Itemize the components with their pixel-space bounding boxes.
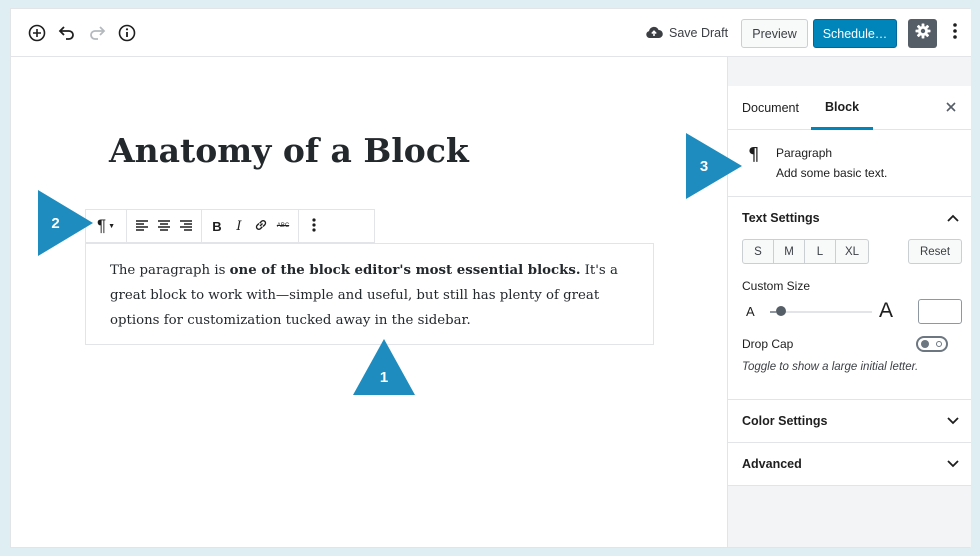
alignment-group bbox=[127, 210, 202, 242]
align-left-icon bbox=[136, 219, 148, 234]
block-toolbar: ¶ ▼ B I ABC bbox=[85, 209, 375, 243]
small-a-label: A bbox=[746, 304, 755, 319]
italic-button[interactable]: I bbox=[228, 213, 250, 239]
caret-down-icon: ▼ bbox=[108, 222, 116, 230]
block-card-title: Paragraph bbox=[776, 146, 833, 160]
paragraph-icon: ¶ bbox=[96, 216, 107, 235]
font-size-l-button[interactable]: L bbox=[804, 239, 836, 264]
tab-document[interactable]: Document bbox=[742, 86, 799, 130]
tab-block-label: Block bbox=[825, 99, 860, 114]
chevron-down-icon bbox=[947, 457, 959, 471]
block-switcher-button[interactable]: ¶ ▼ bbox=[90, 213, 122, 239]
custom-size-label: Custom Size bbox=[742, 279, 811, 293]
close-sidebar-button[interactable] bbox=[941, 98, 961, 118]
align-right-button[interactable] bbox=[175, 213, 197, 239]
align-center-icon bbox=[158, 219, 170, 234]
font-size-xl-button[interactable]: XL bbox=[835, 239, 869, 264]
sidebar-panel: Document Block ¶ Paragraph Add some basi… bbox=[728, 86, 971, 486]
more-vertical-icon bbox=[953, 22, 957, 44]
post-title[interactable]: Anatomy of a Block bbox=[109, 131, 469, 170]
redo-icon[interactable] bbox=[85, 21, 109, 45]
link-icon bbox=[254, 218, 268, 235]
paragraph-text-start: The paragraph is bbox=[110, 263, 230, 278]
color-settings-toggle[interactable]: Color Settings bbox=[728, 400, 971, 442]
editor-window: Save Draft Preview Schedule… Anatomy of … bbox=[10, 8, 971, 548]
align-left-button[interactable] bbox=[131, 213, 153, 239]
callout-1-label: 1 bbox=[379, 368, 389, 386]
text-settings-body: S M L XL Reset Custom Size A A Drop Cap … bbox=[728, 239, 971, 399]
bold-button[interactable]: B bbox=[206, 213, 228, 239]
more-vertical-icon bbox=[312, 217, 316, 235]
info-icon[interactable] bbox=[115, 21, 139, 45]
paragraph-bold-text: one of the block editor's most essential… bbox=[229, 263, 581, 278]
font-size-m-button[interactable]: M bbox=[773, 239, 805, 264]
paragraph-text[interactable]: The paragraph is one of the block editor… bbox=[110, 258, 629, 333]
callout-3: 3 bbox=[686, 133, 742, 199]
cloud-upload-icon bbox=[645, 25, 663, 42]
save-draft-button[interactable]: Save Draft bbox=[645, 22, 728, 44]
strikethrough-button[interactable]: ABC bbox=[272, 213, 294, 239]
drop-cap-toggle[interactable] bbox=[916, 336, 948, 352]
toggle-off-indicator bbox=[936, 341, 942, 347]
top-toolbar: Save Draft Preview Schedule… bbox=[11, 9, 971, 57]
settings-sidebar: Document Block ¶ Paragraph Add some basi… bbox=[727, 57, 971, 547]
align-center-button[interactable] bbox=[153, 213, 175, 239]
strikethrough-icon: ABC bbox=[276, 223, 290, 229]
formatting-group: B I ABC bbox=[202, 210, 299, 242]
font-size-picker: S M L XL bbox=[742, 239, 869, 264]
settings-button[interactable] bbox=[908, 19, 937, 48]
advanced-panel: Advanced bbox=[728, 443, 971, 486]
tab-block[interactable]: Block bbox=[811, 86, 874, 130]
text-settings-toggle[interactable]: Text Settings bbox=[728, 197, 971, 239]
gear-icon bbox=[915, 23, 931, 44]
text-settings-title: Text Settings bbox=[742, 211, 820, 225]
color-settings-title: Color Settings bbox=[742, 414, 828, 428]
callout-2: 2 bbox=[38, 190, 93, 256]
advanced-title: Advanced bbox=[742, 457, 802, 471]
color-settings-panel: Color Settings bbox=[728, 400, 971, 443]
schedule-button[interactable]: Schedule… bbox=[813, 19, 897, 48]
block-more-button[interactable] bbox=[303, 213, 325, 239]
text-settings-panel: Text Settings S M L XL Reset Custom Size… bbox=[728, 197, 971, 400]
chevron-up-icon bbox=[947, 211, 959, 225]
large-a-label: A bbox=[879, 299, 894, 322]
chevron-down-icon bbox=[947, 414, 959, 428]
add-block-icon[interactable] bbox=[25, 21, 49, 45]
italic-icon: I bbox=[236, 218, 242, 234]
custom-size-input[interactable] bbox=[918, 299, 962, 324]
drop-cap-label: Drop Cap bbox=[742, 337, 794, 351]
block-card-description: Add some basic text. bbox=[776, 166, 888, 180]
close-icon bbox=[946, 99, 956, 117]
more-options-button[interactable] bbox=[945, 21, 965, 45]
callout-3-label: 3 bbox=[699, 157, 709, 175]
advanced-toggle[interactable]: Advanced bbox=[728, 443, 971, 485]
save-draft-label: Save Draft bbox=[669, 26, 729, 40]
reset-button[interactable]: Reset bbox=[908, 239, 962, 264]
paragraph-block[interactable]: The paragraph is one of the block editor… bbox=[85, 243, 654, 345]
sidebar-tabs: Document Block bbox=[728, 86, 971, 130]
font-size-s-button[interactable]: S bbox=[742, 239, 774, 264]
block-card: ¶ Paragraph Add some basic text. bbox=[728, 130, 971, 197]
drop-cap-help: Toggle to show a large initial letter. bbox=[742, 361, 919, 373]
align-right-icon bbox=[180, 219, 192, 234]
toggle-knob bbox=[921, 340, 929, 348]
paragraph-icon: ¶ bbox=[748, 144, 760, 165]
editor-canvas: Anatomy of a Block ¶ ▼ B I ABC The parag… bbox=[11, 57, 727, 547]
undo-icon[interactable] bbox=[55, 21, 79, 45]
custom-size-range: A A bbox=[742, 299, 962, 325]
bold-icon: B bbox=[212, 218, 222, 234]
more-group bbox=[299, 210, 329, 242]
callout-1: 1 bbox=[353, 339, 415, 395]
callout-2-label: 2 bbox=[51, 214, 60, 232]
range-thumb[interactable] bbox=[776, 306, 786, 316]
link-button[interactable] bbox=[250, 213, 272, 239]
preview-button[interactable]: Preview bbox=[741, 19, 808, 48]
